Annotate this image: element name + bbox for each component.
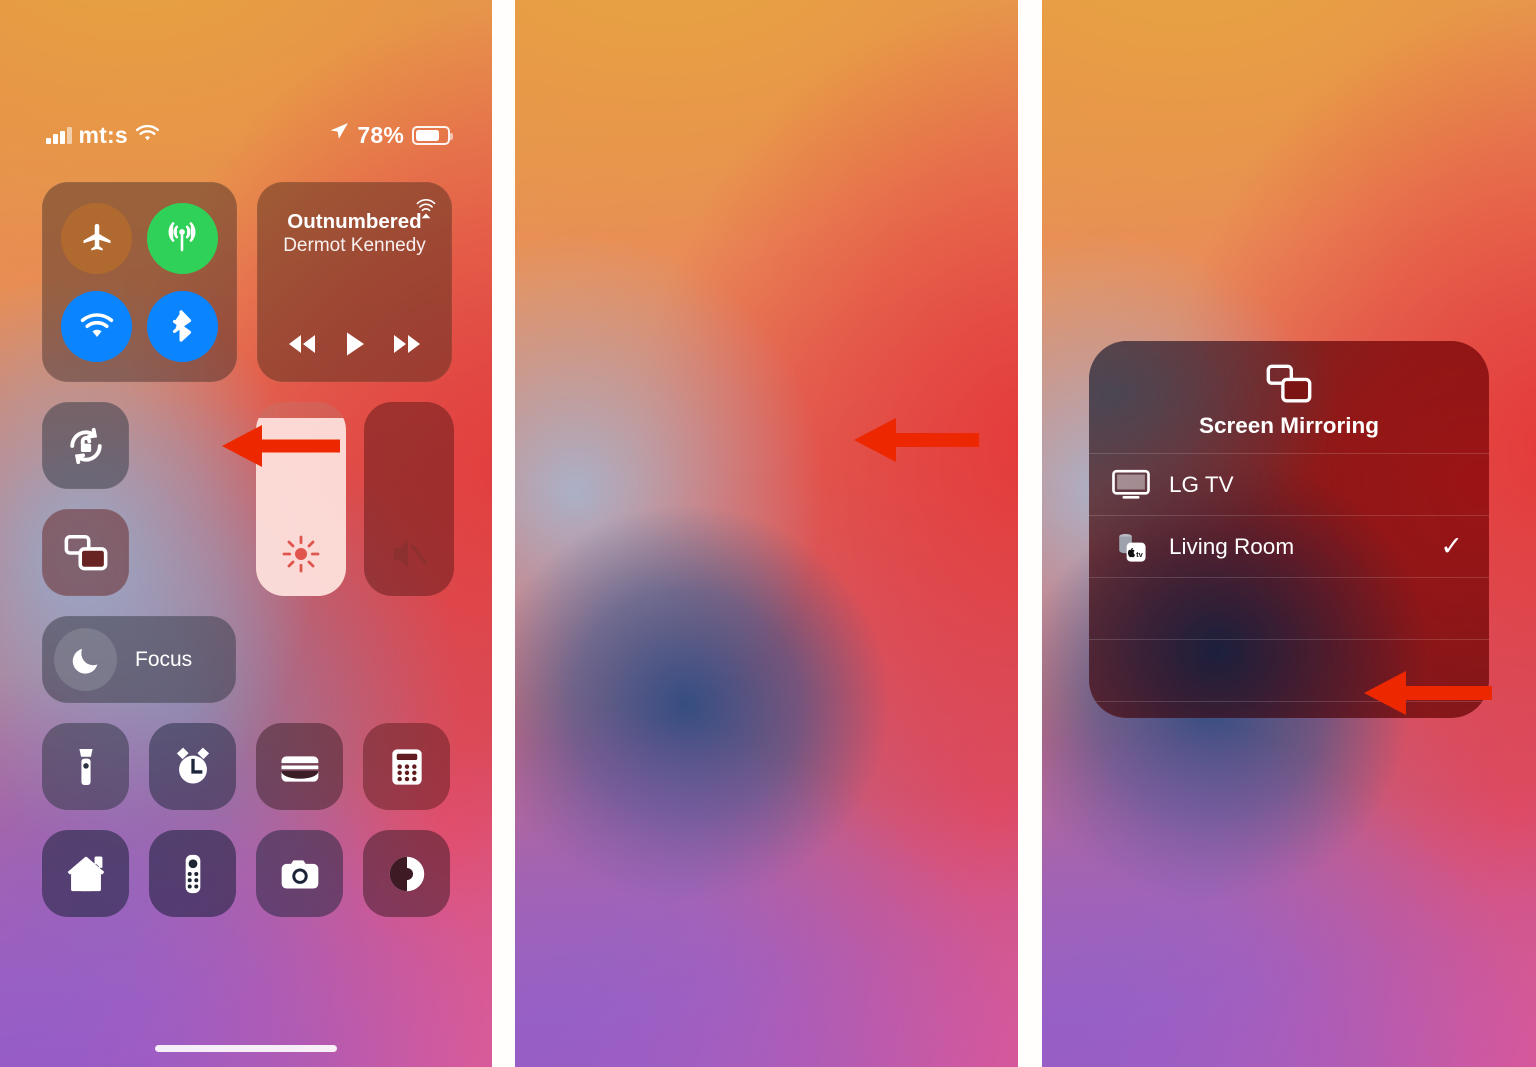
screen-mirroring-sheet[interactable]: Screen Mirroring LG TV tv Living Room ✓ (1089, 341, 1489, 718)
focus-label: Focus (135, 647, 193, 671)
track-title: Outnumbered (287, 210, 422, 233)
tv-remote-icon (185, 854, 200, 893)
cellular-data-toggle[interactable] (146, 202, 218, 274)
apple-tv-remote-shortcut[interactable] (149, 830, 236, 917)
bluetooth-toggle[interactable] (146, 290, 218, 362)
calculator-icon (391, 748, 422, 785)
dark-mode-contrast-icon (389, 856, 424, 891)
phone-panel-step-1: mt:s 78% Outnumbered Dermot Kennedy Focu… (0, 0, 492, 1067)
status-bar: mt:s 78% (0, 118, 492, 152)
screenshot-stage: mt:s 78% Outnumbered Dermot Kennedy Focu… (0, 0, 1536, 1067)
phone-panel-step-2: Screen Mirroring LG TV (515, 0, 1018, 1067)
tv-display-icon (1111, 468, 1151, 502)
wallet-icon (280, 755, 318, 782)
device-row-living-room[interactable]: tv Living Room ✓ (1089, 516, 1489, 577)
connectivity-tile[interactable] (42, 182, 237, 382)
control-center: Outnumbered Dermot Kennedy Focus (42, 182, 454, 917)
rotation-lock-icon (69, 427, 102, 464)
home-indicator-bar (155, 1045, 337, 1052)
home-shortcut[interactable] (42, 830, 129, 917)
wifi-toggle[interactable] (61, 290, 133, 362)
apple-tv-homepod-icon: tv (1111, 530, 1151, 564)
flashlight-icon (78, 748, 93, 785)
wallpaper-gradient (515, 0, 1018, 1067)
location-arrow-icon (328, 121, 350, 149)
cellular-bars-icon (46, 126, 72, 144)
timer-shortcut[interactable] (149, 723, 236, 810)
device-row-lg-tv[interactable]: LG TV (1089, 454, 1489, 515)
alarm-clock-icon (176, 747, 209, 783)
device-row-empty (1089, 578, 1489, 639)
moon-icon (54, 628, 117, 691)
track-artist: Dermot Kennedy (283, 235, 426, 257)
screen-mirroring-icon (64, 534, 107, 570)
volume-slider[interactable] (364, 402, 454, 596)
arrow-to-screen-mirroring-title (854, 417, 979, 463)
speaker-muted-icon (389, 534, 429, 574)
device-name: Living Room (1169, 533, 1295, 559)
device-name: LG TV (1169, 471, 1234, 497)
play-button[interactable] (344, 331, 366, 362)
camera-icon (281, 859, 318, 888)
arrow-to-screen-mirroring-tile (222, 424, 340, 468)
focus-tile[interactable]: Focus (42, 616, 236, 703)
bluetooth-icon (173, 310, 192, 342)
fast-forward-button[interactable] (390, 333, 424, 360)
sheet-header: Screen Mirroring (1089, 341, 1489, 453)
home-house-icon (67, 855, 104, 891)
brightness-sun-icon (281, 534, 321, 574)
airplane-mode-toggle[interactable] (61, 202, 133, 274)
carrier-label: mt:s (78, 121, 128, 148)
screen-mirroring-tile[interactable] (42, 509, 129, 596)
calculator-shortcut[interactable] (363, 723, 450, 810)
wallet-shortcut[interactable] (256, 723, 343, 810)
phone-panel-step-3: Screen Mirroring LG TV tv Living Room ✓ (1042, 0, 1536, 1067)
rotation-lock-toggle[interactable] (42, 402, 129, 489)
wifi-icon (80, 313, 113, 337)
svg-text:tv: tv (1136, 550, 1144, 559)
battery-icon (412, 125, 453, 145)
cellular-antenna-icon (168, 222, 196, 252)
battery-percent-label: 78% (357, 121, 404, 148)
sheet-title: Screen Mirroring (1198, 413, 1380, 438)
airplane-icon (83, 223, 111, 251)
airplay-audio-icon[interactable] (413, 194, 439, 220)
flashlight-shortcut[interactable] (42, 723, 129, 810)
wifi-icon (135, 122, 160, 149)
camera-shortcut[interactable] (256, 830, 343, 917)
dark-mode-shortcut[interactable] (363, 830, 450, 917)
now-playing-tile[interactable]: Outnumbered Dermot Kennedy (257, 182, 452, 382)
arrow-to-stop-mirroring (1364, 670, 1492, 716)
device-checkmark: ✓ (1440, 531, 1463, 561)
rewind-button[interactable] (285, 333, 319, 360)
screen-mirroring-icon (1266, 363, 1312, 405)
